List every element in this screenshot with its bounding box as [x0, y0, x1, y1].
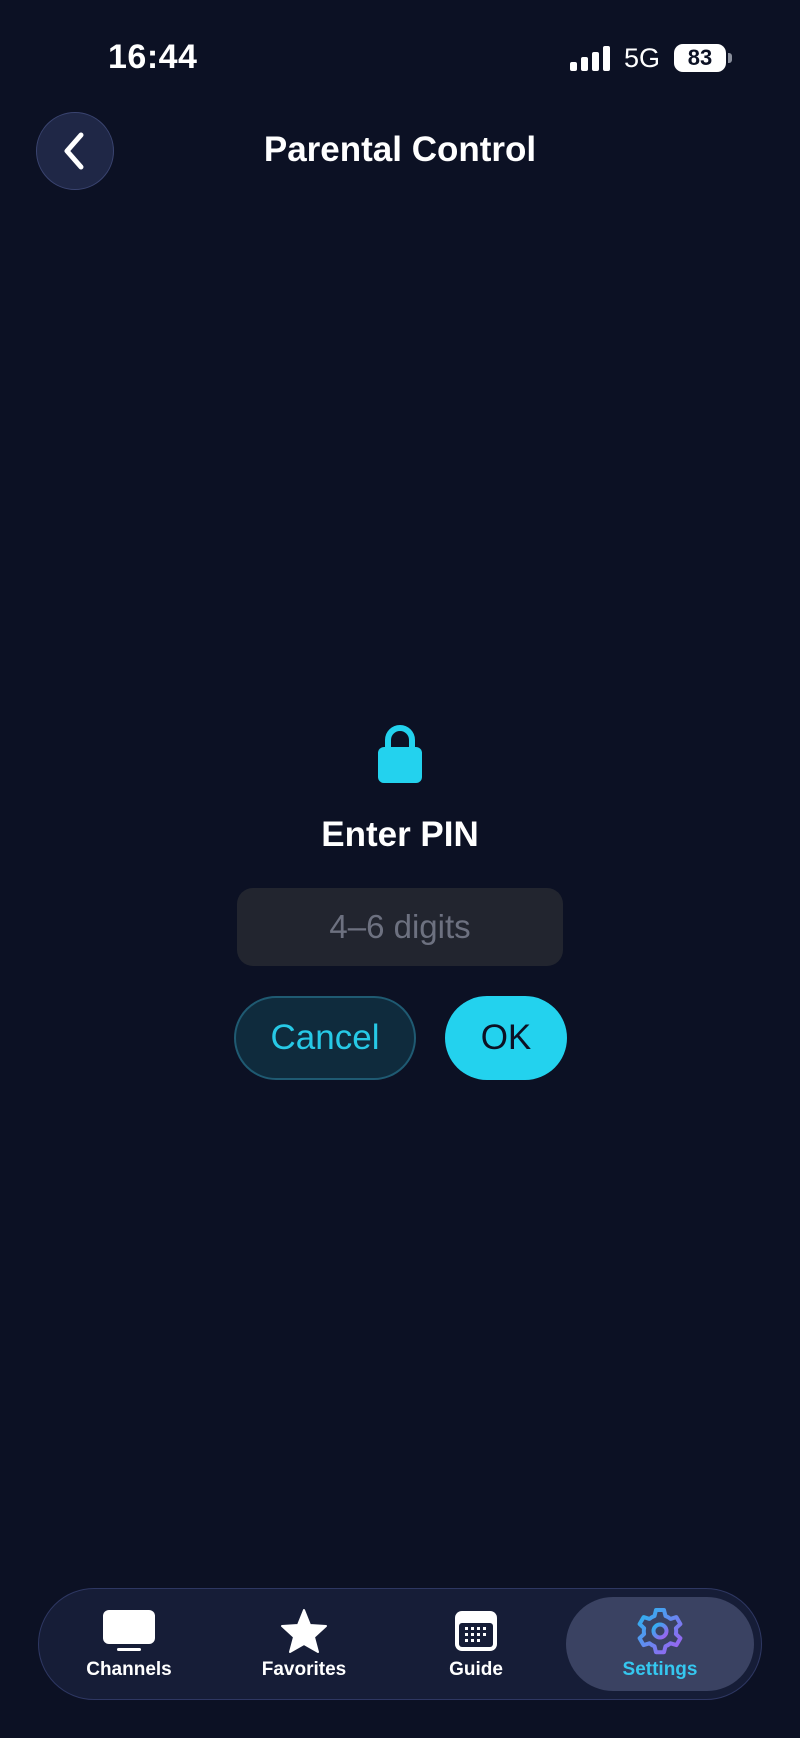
battery-level: 83 [687, 45, 713, 70]
gear-icon [637, 1608, 683, 1655]
cancel-button[interactable]: Cancel [234, 996, 416, 1080]
tab-label: Favorites [261, 1659, 347, 1680]
star-icon [281, 1609, 327, 1653]
tv-icon [103, 1610, 155, 1651]
tab-settings[interactable]: Settings [566, 1597, 754, 1691]
tab-favorites[interactable]: Favorites [244, 1597, 364, 1691]
tab-label: Channels [86, 1659, 172, 1680]
tab-guide[interactable]: Guide [416, 1597, 536, 1691]
page-title: Parental Control [263, 130, 537, 169]
signal-strength-icon [569, 45, 610, 71]
tab-channels[interactable]: Channels [69, 1597, 189, 1691]
status-time: 16:44 [108, 38, 198, 76]
status-indicators: 5G 83 [569, 42, 732, 74]
tab-label: Settings [622, 1659, 698, 1680]
lock-icon [378, 725, 422, 783]
calendar-icon [455, 1611, 497, 1651]
network-type: 5G [623, 42, 660, 73]
tab-bar: Channels Favorites Guide Settings [38, 1588, 762, 1700]
enter-pin-heading: Enter PIN [321, 815, 479, 854]
pin-input[interactable] [237, 888, 563, 966]
battery-icon: 83 [674, 44, 732, 72]
ok-button[interactable]: OK [445, 996, 567, 1080]
tab-label: Guide [449, 1659, 503, 1680]
